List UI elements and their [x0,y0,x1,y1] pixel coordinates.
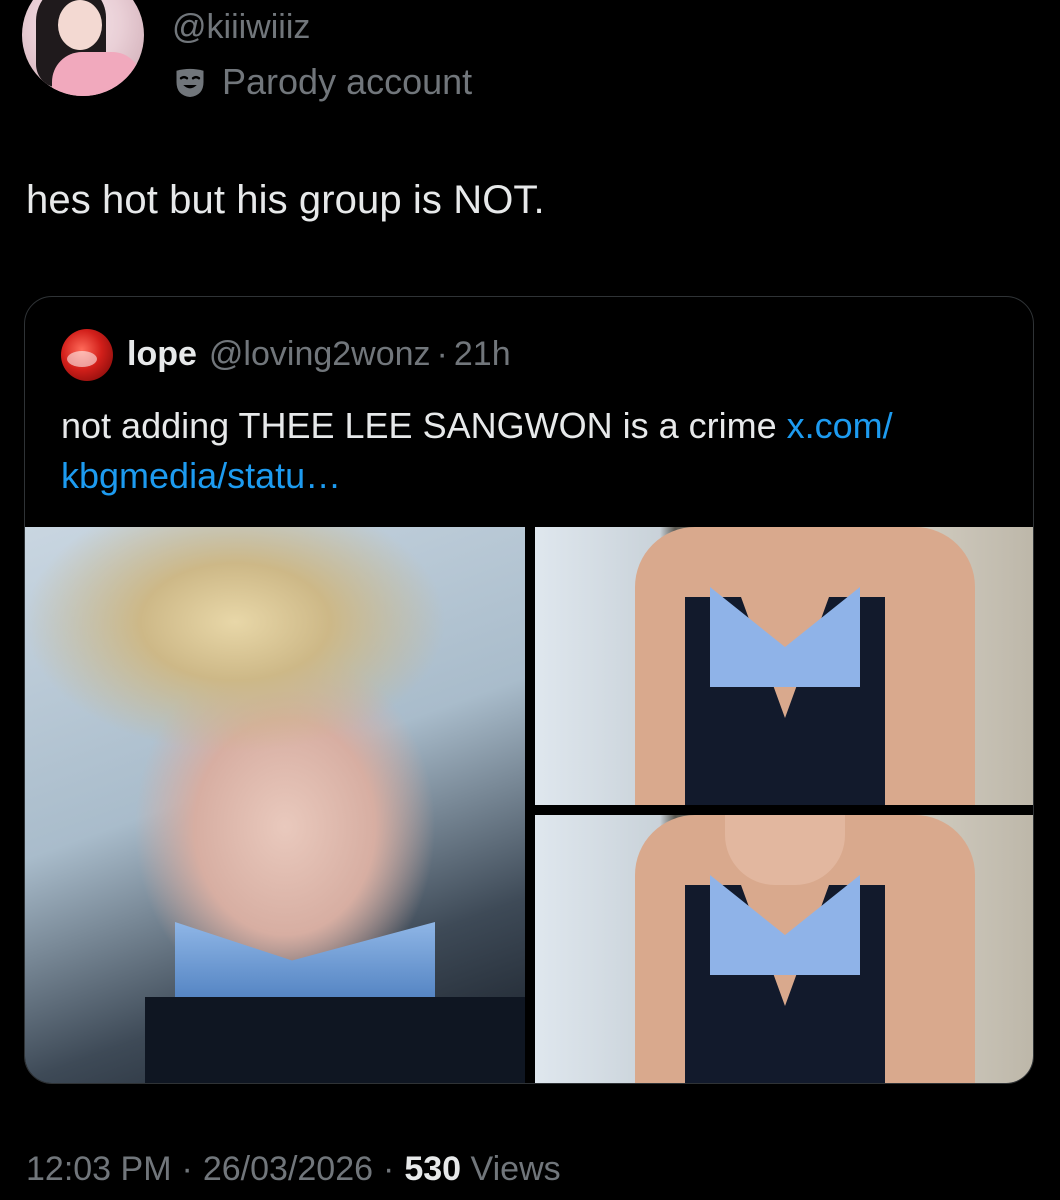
quoted-tweet-header: lope @loving2wonz · 21h [127,335,511,374]
header-separator: · [436,335,448,373]
views-label: Views [470,1150,561,1188]
author-avatar[interactable] [22,0,144,96]
quoted-author-handle[interactable]: @loving2wonz [209,335,431,373]
parody-label-text: Parody account [222,61,473,102]
tweet-text: hes hot but his group is NOT. [26,178,545,222]
quoted-text-body: not adding THEE LEE SANGWON is a crime [61,405,787,446]
quoted-image-1[interactable] [25,527,525,1083]
author-handle[interactable]: @kiiiwiiiz [172,8,310,47]
views-count: 530 [404,1150,462,1188]
tweet-page: @kiiiwiiiz Parody account hes hot but hi… [0,0,1060,1200]
quoted-author-avatar[interactable] [61,329,113,381]
quoted-author-name[interactable]: lope [127,335,197,373]
parody-mask-icon [176,68,204,97]
quoted-tweet-time[interactable]: 21h [454,335,511,373]
tweet-metadata: 12:03 PM · 26/03/2026 · 530 Views [26,1150,561,1189]
quoted-tweet-text: not adding THEE LEE SANGWON is a crime x… [61,401,1001,501]
parody-account-label: Parody account [172,60,472,104]
quoted-image-2[interactable] [535,527,1033,805]
quoted-image-3[interactable] [535,815,1033,1083]
tweet-time[interactable]: 12:03 PM [26,1150,172,1188]
footer-separator: · [383,1150,395,1188]
tweet-date[interactable]: 26/03/2026 [203,1150,373,1188]
quoted-tweet-card[interactable]: lope @loving2wonz · 21h not adding THEE LEE… [24,296,1034,1084]
footer-separator: · [181,1150,193,1188]
